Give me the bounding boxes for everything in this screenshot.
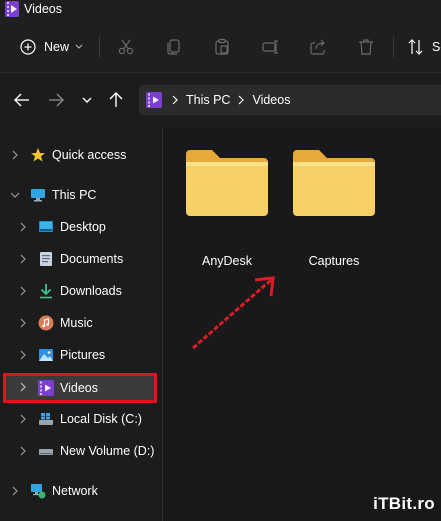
sidebar-item-pictures[interactable]: Pictures	[38, 340, 105, 370]
back-arrow-icon[interactable]	[12, 90, 32, 110]
recent-locations-chevron-icon[interactable]	[77, 90, 97, 110]
share-icon[interactable]	[309, 38, 327, 56]
folder-item[interactable]: AnyDesk	[177, 148, 277, 274]
folder-icon	[186, 150, 268, 216]
expand-chevron-icon[interactable]	[18, 382, 28, 392]
command-bar: New S	[0, 22, 441, 73]
file-list-pane: AnyDesk Captures	[163, 128, 441, 521]
windows-drive-icon	[38, 411, 54, 427]
drive-icon	[38, 443, 54, 459]
annotation-arrow-icon	[192, 276, 275, 350]
sidebar-item-new-volume-d[interactable]: New Volume (D:)	[38, 436, 154, 466]
music-icon	[38, 315, 54, 331]
cut-icon[interactable]	[117, 38, 135, 56]
sidebar-item-label: Pictures	[60, 348, 106, 362]
sort-icon	[408, 39, 423, 55]
pictures-icon	[38, 347, 54, 363]
expand-chevron-icon[interactable]	[18, 286, 28, 296]
sidebar-item-network[interactable]: Network	[30, 476, 98, 506]
expand-chevron-icon[interactable]	[18, 414, 28, 424]
address-bar[interactable]: This PC Videos	[139, 85, 441, 115]
expand-chevron-icon[interactable]	[18, 446, 28, 456]
plus-circle-icon	[20, 39, 36, 55]
copy-icon[interactable]	[165, 38, 183, 56]
rename-icon[interactable]	[261, 38, 279, 56]
sidebar-item-label: Quick access	[52, 148, 127, 162]
expand-chevron-icon[interactable]	[10, 150, 20, 160]
window-title: Videos	[24, 2, 62, 16]
title-bar: Videos	[0, 0, 441, 22]
sidebar-item-label: Documents	[60, 252, 124, 266]
folder-name: Captures	[308, 254, 360, 268]
sidebar-item-desktop[interactable]: Desktop	[38, 212, 106, 242]
folder-icon	[293, 150, 375, 216]
sidebar-item-local-disk-c[interactable]: Local Disk (C:)	[38, 404, 142, 434]
watermark: iTBit.ro	[373, 494, 435, 513]
new-button-label: New	[44, 40, 70, 54]
toolbar-separator	[393, 36, 394, 58]
sidebar-item-label: Desktop	[60, 220, 106, 234]
sidebar-item-downloads[interactable]: Downloads	[38, 276, 122, 306]
sidebar-item-label: Downloads	[60, 284, 122, 298]
star-icon	[30, 147, 46, 163]
paste-icon[interactable]	[213, 38, 231, 56]
sort-button[interactable]: So	[408, 38, 441, 56]
new-button[interactable]: New	[20, 37, 83, 57]
folder-item[interactable]: Captures	[284, 148, 384, 274]
videos-icon	[38, 380, 54, 396]
collapse-chevron-icon[interactable]	[10, 190, 20, 200]
forward-arrow-icon[interactable]	[46, 90, 66, 110]
expand-chevron-icon[interactable]	[10, 486, 20, 496]
expand-chevron-icon[interactable]	[18, 254, 28, 264]
sort-button-label: So	[432, 40, 441, 54]
videos-folder-icon	[146, 92, 162, 108]
monitor-icon	[30, 187, 46, 203]
sidebar-item-quick-access[interactable]: Quick access	[30, 140, 126, 170]
sidebar-item-documents[interactable]: Documents	[38, 244, 123, 274]
sidebar-item-label: Network	[52, 484, 98, 498]
sidebar-item-label: Local Disk (C:)	[60, 412, 142, 426]
videos-app-icon	[5, 1, 19, 17]
chevron-down-icon	[75, 44, 83, 49]
expand-chevron-icon[interactable]	[18, 350, 28, 360]
expand-chevron-icon[interactable]	[18, 318, 28, 328]
sidebar-item-this-pc[interactable]: This PC	[30, 180, 96, 210]
delete-icon[interactable]	[357, 38, 375, 56]
sidebar-item-label: Music	[60, 316, 93, 330]
up-arrow-icon[interactable]	[106, 90, 126, 110]
sidebar-item-music[interactable]: Music	[38, 308, 93, 338]
network-icon	[30, 483, 46, 499]
breadcrumb-chevron-icon	[172, 95, 178, 105]
breadcrumb-chevron-icon	[239, 95, 245, 105]
desktop-icon	[38, 219, 54, 235]
download-icon	[38, 283, 54, 299]
sidebar-item-label: New Volume (D:)	[60, 444, 155, 458]
breadcrumb-this-pc[interactable]: This PC	[186, 93, 230, 107]
breadcrumb-videos[interactable]: Videos	[252, 93, 290, 107]
folder-name: AnyDesk	[201, 254, 253, 268]
toolbar-separator	[99, 36, 100, 58]
expand-chevron-icon[interactable]	[18, 222, 28, 232]
sidebar-item-videos[interactable]: Videos	[38, 373, 98, 403]
sidebar-item-label: This PC	[52, 188, 97, 202]
sidebar-item-label: Videos	[60, 381, 98, 395]
documents-icon	[38, 251, 54, 267]
